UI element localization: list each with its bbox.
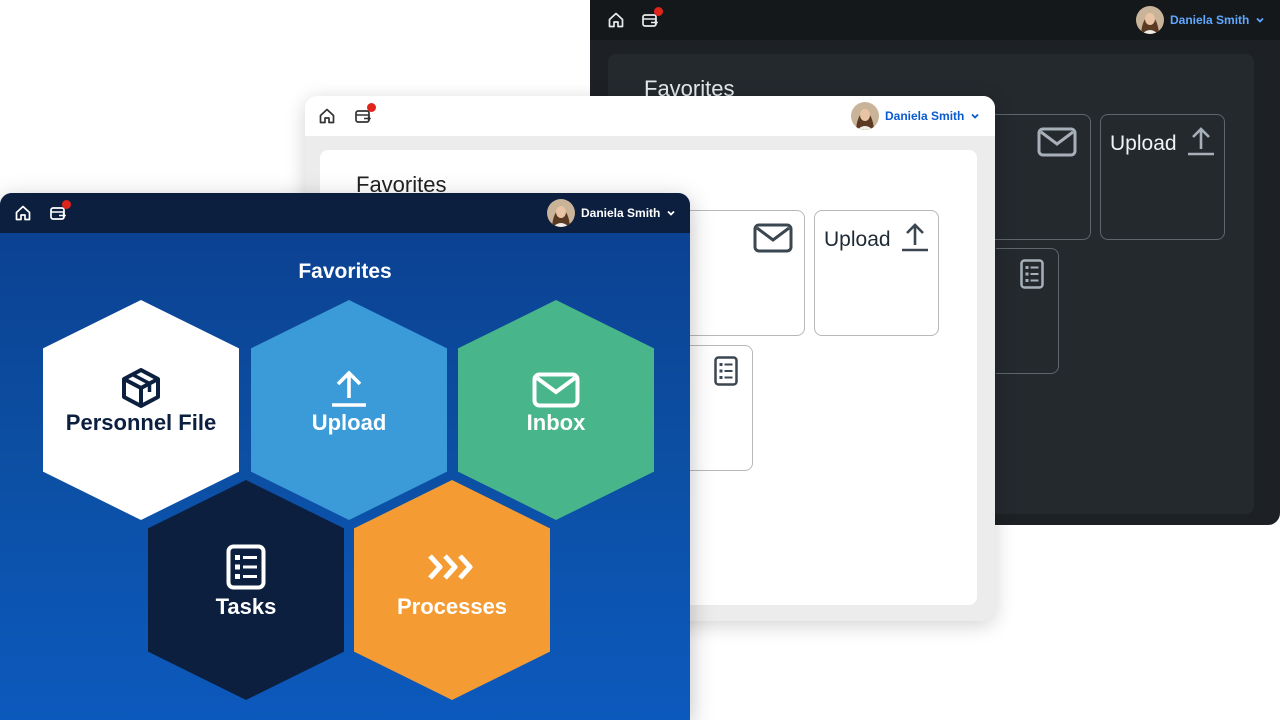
upload-tile-label: Upload bbox=[824, 228, 891, 251]
user-name: Daniela Smith bbox=[581, 206, 661, 220]
upload-tile[interactable]: Upload bbox=[251, 300, 447, 520]
envelope-icon bbox=[753, 223, 793, 253]
personnel-file-label: Personnel File bbox=[65, 410, 217, 435]
upload-label: Upload bbox=[311, 410, 387, 435]
chevron-down-icon bbox=[667, 210, 675, 216]
checklist-icon bbox=[148, 544, 344, 590]
blue-theme-window: Daniela Smith Favorites Personnel File U… bbox=[0, 193, 690, 720]
home-icon[interactable] bbox=[317, 106, 337, 126]
envelope-icon bbox=[1037, 127, 1077, 157]
personnel-box-icon bbox=[43, 368, 239, 408]
avatar bbox=[547, 199, 575, 227]
upload-tile[interactable]: Upload bbox=[814, 210, 939, 336]
calendar-notification-icon[interactable] bbox=[48, 200, 71, 223]
user-menu[interactable]: Daniela Smith bbox=[851, 96, 980, 136]
inbox-label: Inbox bbox=[526, 410, 586, 435]
upload-arrow-icon bbox=[902, 223, 928, 252]
avatar bbox=[851, 102, 879, 130]
calendar-notification-icon[interactable] bbox=[353, 103, 376, 126]
home-icon[interactable] bbox=[13, 203, 33, 223]
processes-tile[interactable]: Processes bbox=[354, 480, 550, 700]
user-name: Daniela Smith bbox=[1170, 13, 1250, 27]
upload-tile-label: Upload bbox=[1110, 132, 1177, 155]
tasks-label: Tasks bbox=[215, 594, 277, 619]
dark-header-bar: Daniela Smith bbox=[590, 0, 1280, 40]
notification-dot bbox=[367, 103, 376, 112]
personnel-file-tile[interactable]: Personnel File bbox=[43, 300, 239, 520]
upload-arrow-icon bbox=[251, 370, 447, 408]
notification-dot bbox=[62, 200, 71, 209]
tasks-tile[interactable] bbox=[996, 248, 1059, 374]
inbox-tile[interactable] bbox=[690, 210, 805, 336]
triple-chevron-icon bbox=[354, 552, 550, 582]
upload-arrow-icon bbox=[1188, 127, 1214, 156]
processes-label: Processes bbox=[396, 594, 508, 619]
blue-header-bar: Daniela Smith bbox=[0, 193, 690, 233]
chevron-down-icon bbox=[1256, 17, 1264, 23]
user-name: Daniela Smith bbox=[885, 109, 965, 123]
user-menu[interactable]: Daniela Smith bbox=[1136, 0, 1265, 40]
user-menu[interactable]: Daniela Smith bbox=[547, 193, 676, 233]
avatar bbox=[1136, 6, 1164, 34]
upload-tile[interactable]: Upload bbox=[1100, 114, 1225, 240]
tasks-tile[interactable] bbox=[690, 345, 753, 471]
tasks-tile[interactable]: Tasks bbox=[148, 480, 344, 700]
home-icon[interactable] bbox=[606, 10, 626, 30]
favorites-title: Favorites bbox=[298, 260, 392, 283]
notification-dot bbox=[654, 7, 663, 16]
inbox-tile[interactable]: Inbox bbox=[458, 300, 654, 520]
light-header-bar: Daniela Smith bbox=[305, 96, 995, 136]
envelope-icon bbox=[458, 372, 654, 408]
calendar-notification-icon[interactable] bbox=[640, 7, 663, 30]
checklist-icon bbox=[714, 356, 738, 386]
checklist-icon bbox=[1020, 259, 1044, 289]
chevron-down-icon bbox=[971, 113, 979, 119]
